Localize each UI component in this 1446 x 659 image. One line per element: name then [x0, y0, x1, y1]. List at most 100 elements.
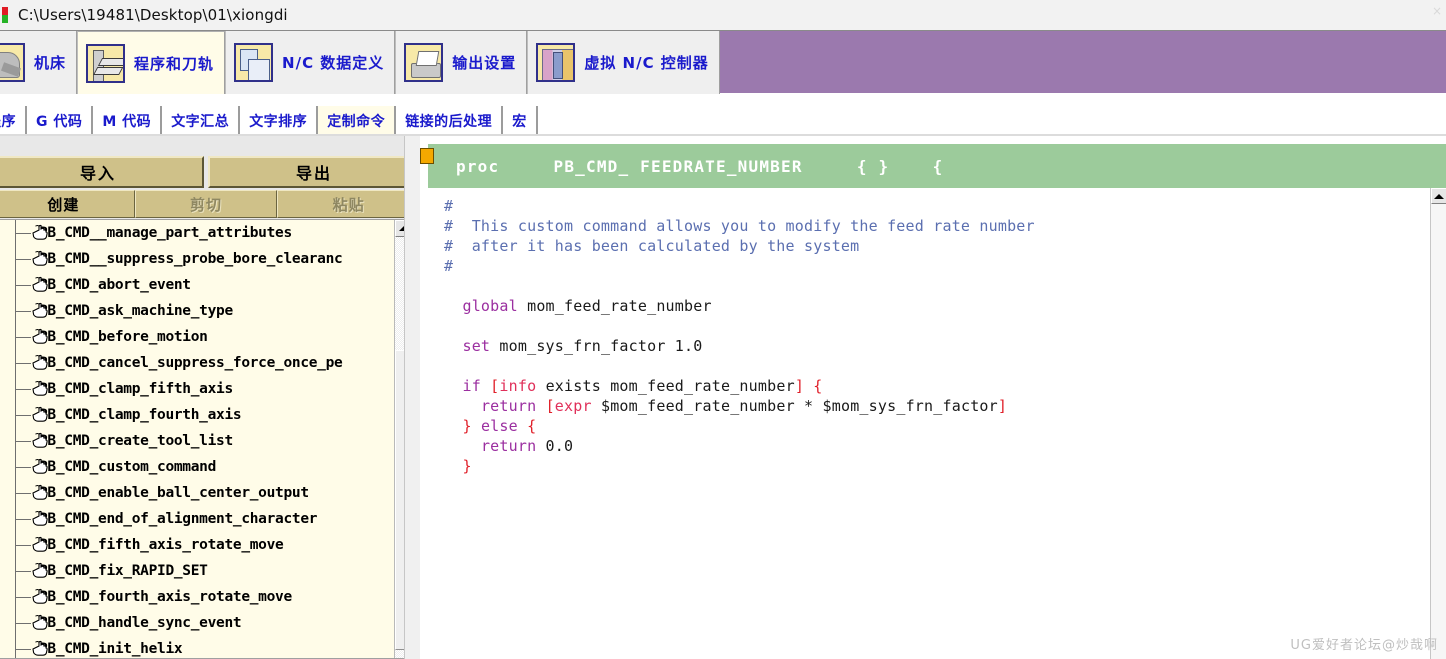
export-button[interactable]: 导出: [208, 156, 420, 188]
tree-item[interactable]: PB_CMD_init_helix: [0, 636, 393, 658]
tree-item[interactable]: PB_CMD__manage_part_attributes: [0, 220, 393, 246]
proc-marker-icon: [420, 148, 434, 164]
tree-connector-horizontal: [15, 233, 31, 234]
ribbon-tab-strip: 机床 程序和刀轨 N/C 数据定义 输出设置 虚拟 N/C 控制器: [0, 31, 720, 94]
tab-macro[interactable]: 宏: [503, 106, 538, 136]
code-line: # after it has been calculated by the sy…: [444, 236, 1428, 256]
tab-m-code[interactable]: M 代码: [93, 106, 163, 136]
tree-item-label: PB_CMD_enable_ball_center_output: [39, 485, 309, 501]
tree-item[interactable]: PB_CMD_enable_ball_center_output: [0, 480, 393, 506]
tree-item[interactable]: PB_CMD_clamp_fourth_axis: [0, 402, 393, 428]
tree-item-label: PB_CMD_create_tool_list: [39, 433, 233, 449]
editor-vertical-scrollbar[interactable]: [1430, 188, 1446, 659]
tree-item-label: PB_CMD_fifth_axis_rotate_move: [39, 537, 284, 553]
tree-item-label: PB_CMD__manage_part_attributes: [39, 225, 292, 241]
tree-item[interactable]: PB_CMD_handle_sync_event: [0, 610, 393, 636]
tree-item[interactable]: PB_CMD_fix_RAPID_SET: [0, 558, 393, 584]
pointing-hand-icon: [31, 276, 49, 293]
pointing-hand-icon: [31, 588, 49, 605]
editor-scroll-up-icon[interactable]: [1431, 188, 1446, 204]
tree-item[interactable]: PB_CMD_custom_command: [0, 454, 393, 480]
tab-g-code[interactable]: G 代码: [27, 106, 94, 136]
code-token-punct: ]: [794, 377, 805, 395]
tree-item[interactable]: PB_CMD__suppress_probe_bore_clearanc: [0, 246, 393, 272]
tab-word-summary[interactable]: 文字汇总: [162, 106, 241, 136]
code-token-punct: {: [813, 377, 823, 395]
tab-linked-post[interactable]: 链接的后处理: [396, 106, 504, 136]
ribbon-tab-program-toolpath[interactable]: 程序和刀轨: [77, 31, 226, 94]
pointing-hand-icon: [31, 328, 49, 345]
tree-connector-horizontal: [15, 597, 31, 598]
code-token-comment: #: [444, 257, 454, 275]
pointing-hand-icon: [31, 640, 49, 657]
code-token-punct: [: [545, 397, 555, 415]
custom-command-tree[interactable]: PB_CMD__manage_part_attributes PB_CMD__su…: [0, 219, 412, 659]
forum-watermark: UG爱好者论坛@炒哉啊: [1290, 638, 1438, 653]
paste-button[interactable]: 粘贴: [277, 190, 421, 218]
pointing-hand-icon: [31, 614, 49, 631]
tree-item[interactable]: PB_CMD_clamp_fifth_axis: [0, 376, 393, 402]
tree-item[interactable]: PB_CMD_fifth_axis_rotate_move: [0, 532, 393, 558]
ribbon-tab-output-settings-label: 输出设置: [452, 54, 517, 72]
tree-connector-horizontal: [15, 389, 31, 390]
nc-data-definition-icon: [234, 43, 274, 82]
cut-button[interactable]: 剪切: [134, 190, 278, 218]
tree-connector-horizontal: [15, 311, 31, 312]
tree-connector-vertical: [15, 636, 16, 658]
pointing-hand-icon: [31, 354, 49, 371]
tree-connector-horizontal: [15, 259, 31, 260]
tree-connector-horizontal: [15, 337, 31, 338]
tree-item[interactable]: PB_CMD_abort_event: [0, 272, 393, 298]
ribbon-tab-nc-data-definition[interactable]: N/C 数据定义: [225, 31, 396, 94]
pointing-hand-icon: [31, 536, 49, 553]
tree-item-label: PB_CMD_ask_machine_type: [39, 303, 233, 319]
ribbon-tab-output-settings[interactable]: 输出设置: [395, 31, 528, 94]
create-button[interactable]: 创建: [0, 190, 135, 218]
app-status-icon: [2, 7, 8, 23]
code-token-plain: mom_feed_rate_number: [517, 297, 712, 315]
code-line: #: [444, 196, 1428, 216]
tree-item-label: PB_CMD_handle_sync_event: [39, 615, 242, 631]
tree-connector-horizontal: [15, 519, 31, 520]
ribbon-tab-virtual-nc-controller[interactable]: 虚拟 N/C 控制器: [527, 31, 720, 94]
tree-item[interactable]: PB_CMD_cancel_suppress_force_once_pe: [0, 350, 393, 376]
pointing-hand-icon: [31, 458, 49, 475]
tree-item[interactable]: PB_CMD_before_motion: [0, 324, 393, 350]
tab-word-sequencing[interactable]: 文字排序: [240, 106, 319, 136]
tab-custom-command[interactable]: 定制命令: [318, 106, 397, 136]
tree-item[interactable]: PB_CMD_create_tool_list: [0, 428, 393, 454]
code-editor-body[interactable]: # # This custom command allows you to mod…: [428, 188, 1428, 659]
left-panel-outer-scroll-column[interactable]: [404, 136, 420, 659]
main-content: 导入 导出 创建 剪切 粘贴 PB_CMD__manage_part_attri…: [0, 136, 1446, 659]
tree-item-label: PB_CMD_fourth_axis_rotate_move: [39, 589, 292, 605]
ribbon-tab-machine[interactable]: 机床: [0, 31, 78, 94]
proc-signature-header: proc PB_CMD_ FEEDRATE_NUMBER { } {: [428, 144, 1446, 188]
import-button[interactable]: 导入: [0, 156, 204, 188]
virtual-nc-controller-icon: [536, 43, 576, 82]
tree-connector-horizontal: [15, 571, 31, 572]
code-line: # This custom command allows you to modi…: [444, 216, 1428, 236]
tab-program[interactable]: 程序: [0, 106, 27, 136]
program-toolpath-icon: [86, 43, 126, 83]
title-bar: C:\Users\19481\Desktop\01\xiongdi ×: [0, 0, 1446, 30]
tree-item-label: PB_CMD_fix_RAPID_SET: [39, 563, 208, 579]
tree-item[interactable]: PB_CMD_fourth_axis_rotate_move: [0, 584, 393, 610]
tree-item-label: PB_CMD_clamp_fourth_axis: [39, 407, 242, 423]
tree-item[interactable]: PB_CMD_end_of_alignment_character: [0, 506, 393, 532]
tree-item[interactable]: PB_CMD_ask_machine_type: [0, 298, 393, 324]
pointing-hand-icon: [31, 250, 49, 267]
tree-connector-horizontal: [15, 363, 31, 364]
tree-connector-horizontal: [15, 415, 31, 416]
tree-item-label: PB_CMD_clamp_fifth_axis: [39, 381, 233, 397]
close-icon[interactable]: ×: [1432, 4, 1442, 18]
code-token-comment: # This custom command allows you to modi…: [444, 217, 1035, 235]
pointing-hand-icon: [31, 406, 49, 423]
code-line: #: [444, 256, 1428, 276]
